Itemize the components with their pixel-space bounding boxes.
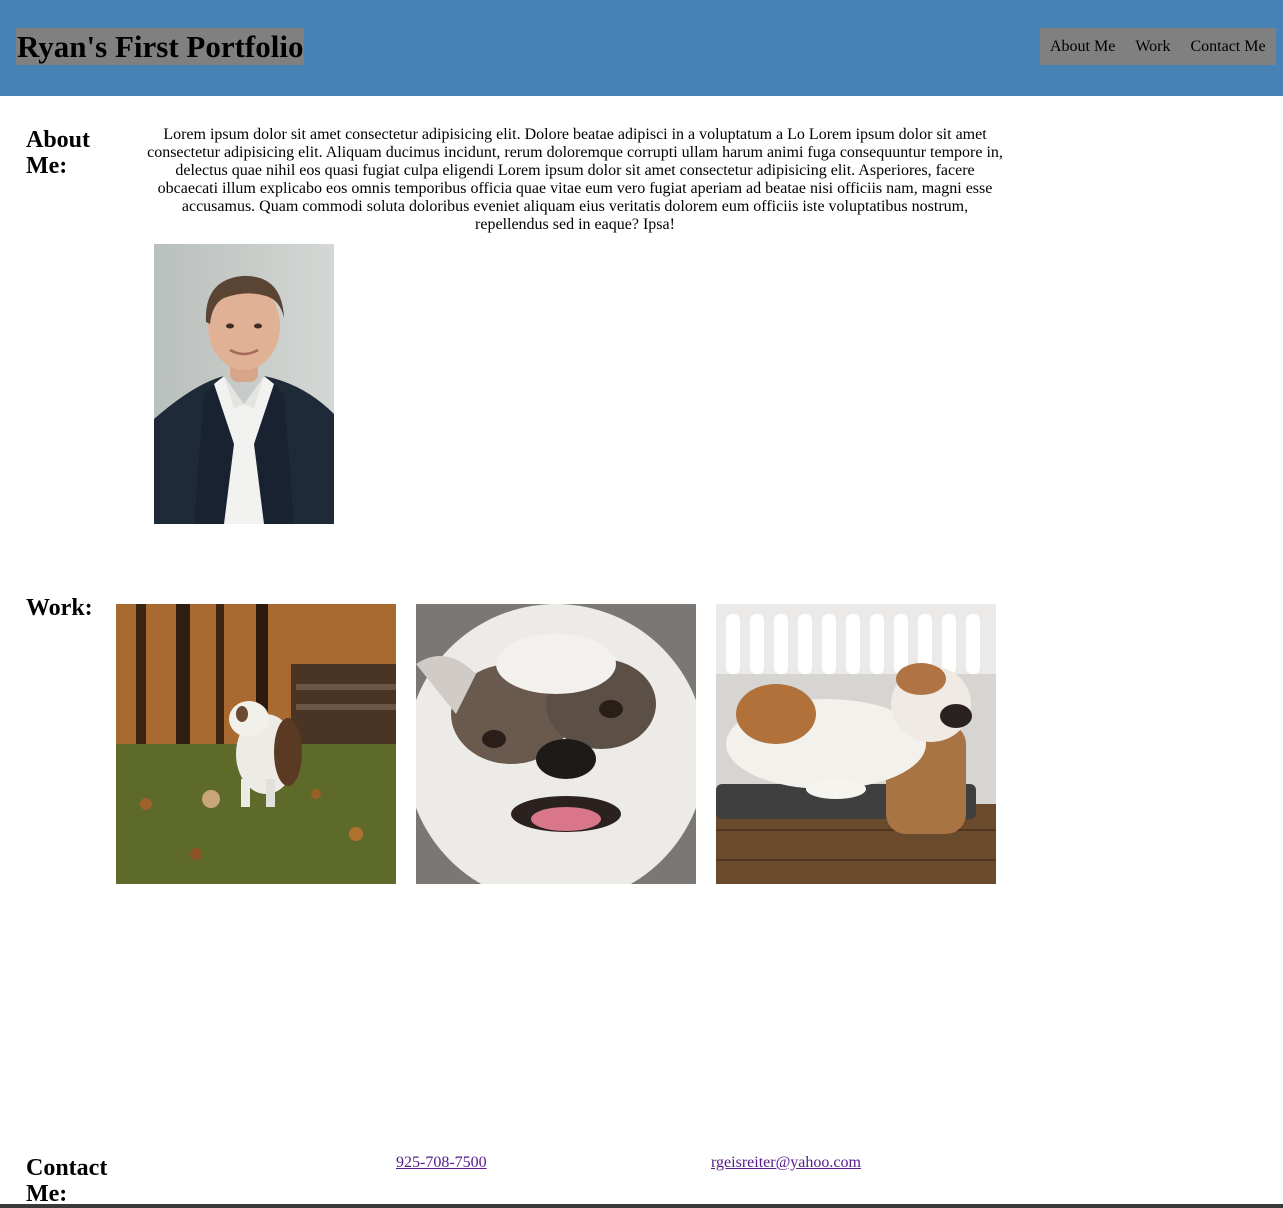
- nav-link-work[interactable]: Work: [1135, 38, 1170, 56]
- nav-link-about-me[interactable]: About Me: [1050, 38, 1115, 56]
- site-header: Ryan's First Portfolio About Me Work Con…: [0, 0, 1283, 96]
- profile-photo: [154, 244, 334, 524]
- work-image-bulldog-autumn[interactable]: [116, 604, 396, 884]
- nav-link-contact-me[interactable]: Contact Me: [1190, 38, 1265, 56]
- footer-divider: [0, 1204, 1283, 1208]
- work-image-bulldog-sofa[interactable]: [716, 604, 996, 884]
- work-image-bulldog-closeup[interactable]: [416, 604, 696, 884]
- about-text: Lorem ipsum dolor sit amet consectetur a…: [147, 126, 1003, 233]
- email-link[interactable]: rgeisreiter@yahoo.com: [711, 1154, 861, 1172]
- main-nav: About Me Work Contact Me: [1040, 28, 1276, 65]
- portfolio-page: Ryan's First Portfolio About Me Work Con…: [0, 0, 1283, 1208]
- site-title: Ryan's First Portfolio: [16, 28, 305, 65]
- work-heading: Work:: [26, 595, 93, 621]
- about-heading: About Me:: [26, 127, 91, 179]
- phone-link[interactable]: 925-708-7500: [396, 1154, 487, 1172]
- contact-heading: Contact Me:: [26, 1155, 108, 1207]
